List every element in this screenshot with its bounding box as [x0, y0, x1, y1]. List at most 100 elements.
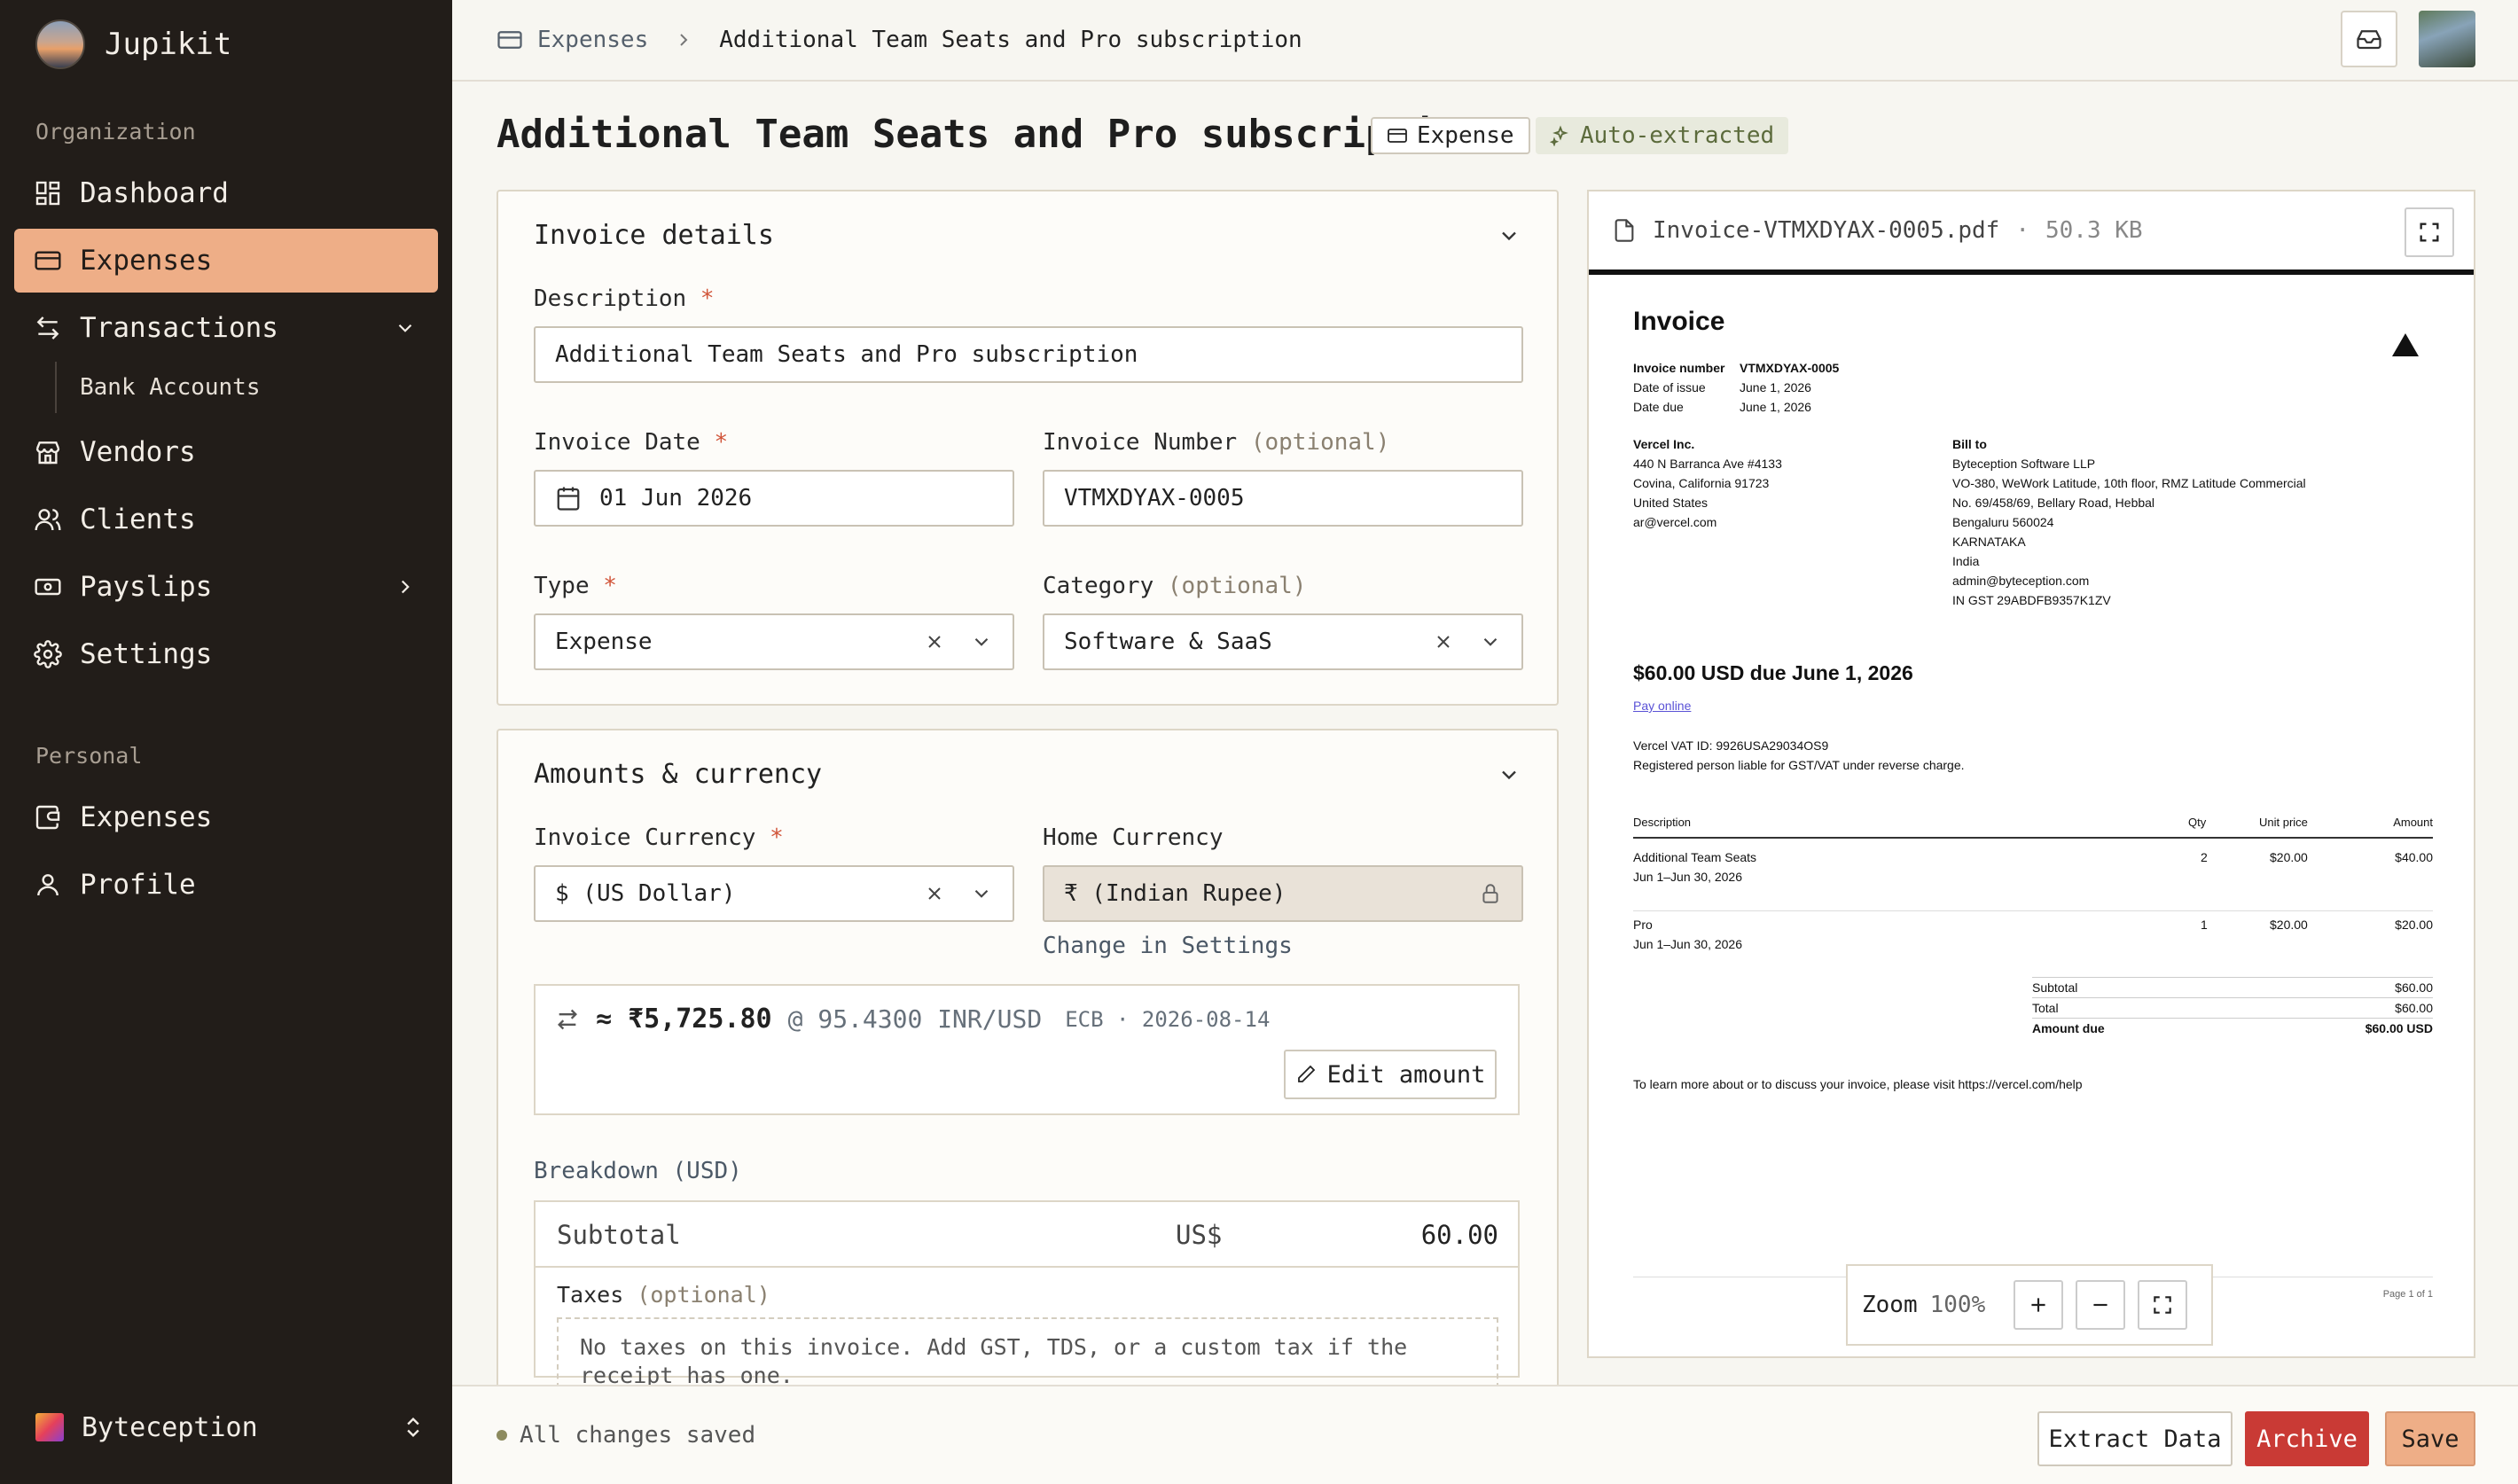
viewer-header: Invoice-VTMXDYAX-0005.pdf · 50.3 KB — [1589, 191, 2474, 275]
auto-extracted-badge: Auto-extracted — [1536, 117, 1789, 154]
chevron-right-icon — [401, 580, 410, 594]
expand-icon — [2154, 1296, 2171, 1314]
subtotal-value[interactable]: 60.00 — [1421, 1220, 1498, 1250]
sidebar-item-transactions[interactable]: Transactions — [14, 296, 438, 360]
document-viewer: Invoice-VTMXDYAX-0005.pdf · 50.3 KB Invo… — [1587, 190, 2475, 1358]
fit-page-button[interactable] — [2138, 1280, 2188, 1330]
sidebar-item-vendors[interactable]: Vendors — [14, 420, 438, 484]
status-dot — [497, 1430, 507, 1441]
viewer-fullscreen-button[interactable] — [2405, 207, 2454, 257]
category-select[interactable]: Software & SaaS — [1043, 613, 1523, 670]
sidebar-item-expenses[interactable]: Expenses — [14, 229, 438, 293]
chevron-down-icon — [1483, 637, 1498, 646]
chevron-down-icon[interactable] — [1497, 762, 1521, 787]
pdf-vat: Vercel VAT ID: 9926USA29034OS9 Registere… — [1633, 738, 1965, 772]
zoom-value: 100% — [1929, 1292, 1986, 1318]
pdf-meta: Invoice number VTMXDYAX-0005 Date of issu… — [1633, 361, 1840, 414]
breadcrumb-current: Additional Team Seats and Pro subscripti… — [719, 27, 1302, 53]
auto-extracted-label: Auto-extracted — [1580, 122, 1775, 149]
description-input[interactable]: Additional Team Seats and Pro subscripti… — [534, 326, 1523, 383]
sidebar-item-label: Dashboard — [80, 177, 229, 209]
taxes-empty-state: No taxes on this invoice. Add GST, TDS, … — [557, 1317, 1498, 1388]
sidebar-item-dashboard[interactable]: Dashboard — [14, 161, 438, 225]
home-currency-value: ₹ (Indian Rupee) — [1064, 880, 1286, 907]
type-badge: Expense — [1371, 117, 1530, 154]
credit-card-icon — [1388, 129, 1407, 143]
edit-amount-label: Edit amount — [1326, 1060, 1486, 1089]
pdf-totals: Subtotal $60.00 Total $60.00 Amount due $60… — [2032, 977, 2433, 1038]
pdf-from: Vercel Inc. 440 N Barranca Ave #4133 Cov… — [1633, 437, 1782, 529]
sidebar-item-payslips[interactable]: Payslips — [14, 555, 438, 619]
chevron-down-icon — [974, 637, 989, 646]
sidebar-item-profile[interactable]: Profile — [14, 853, 438, 917]
file-icon — [1615, 219, 1634, 242]
clear-icon[interactable] — [924, 883, 945, 904]
clear-icon[interactable] — [924, 631, 945, 652]
org-switcher[interactable]: Byteception — [35, 1406, 426, 1449]
brand-logo — [35, 20, 85, 69]
pdf-page-number: Page 1 of 1 — [2382, 1289, 2433, 1300]
inbox-button[interactable] — [2341, 11, 2397, 67]
home-currency-label: Home Currency — [1043, 824, 1224, 851]
invoice-number-input[interactable]: VTMXDYAX-0005 — [1043, 470, 1523, 527]
zoom-controls: Zoom 100% — [1846, 1264, 2213, 1346]
banknote-icon — [35, 578, 61, 596]
invoice-date-label: Invoice Date * — [534, 429, 729, 456]
fx-rate: @ 95.4300 INR/USD — [787, 1004, 1043, 1034]
pdf-pay-online-link[interactable]: Pay online — [1633, 699, 1691, 713]
topbar: Expenses Additional Team Seats and Pro s… — [452, 0, 2518, 82]
fx-home-amount: ₹5,725.80 — [628, 1004, 772, 1035]
chevrons-up-down-icon — [407, 1418, 419, 1437]
invoice-details-card: Invoice details Description * Additional… — [497, 190, 1559, 706]
sidebar-item-label: Expenses — [80, 801, 213, 833]
zoom-out-button[interactable] — [2076, 1280, 2126, 1330]
minus-icon — [2093, 1303, 2107, 1307]
sidebar-item-label: Vendors — [80, 436, 196, 468]
invoice-date-picker[interactable]: 01 Jun 2026 — [534, 470, 1014, 527]
sidebar-item-bank-accounts[interactable]: Bank Accounts — [80, 374, 261, 401]
extract-data-button[interactable]: Extract Data — [2037, 1411, 2233, 1466]
pencil-icon — [1297, 1065, 1315, 1082]
calendar-icon — [557, 487, 580, 511]
change-in-settings-link[interactable]: Change in Settings — [1043, 933, 1293, 959]
transfer-arrows-icon — [36, 316, 59, 340]
pdf-page: Invoice Invoice number VTMXDYAX-0005 Date… — [1633, 307, 2433, 1300]
archive-button[interactable]: Archive — [2245, 1411, 2369, 1466]
user-avatar[interactable] — [2419, 11, 2475, 67]
amounts-title: Amounts & currency — [534, 759, 823, 790]
gear-icon — [34, 640, 62, 668]
sidebar-item-label: Settings — [80, 638, 213, 670]
subtotal-label: Subtotal — [557, 1220, 681, 1250]
viewer-filesize: 50.3 KB — [2045, 217, 2143, 244]
sidebar-item-clients[interactable]: Clients — [14, 488, 438, 551]
sidebar-item-settings[interactable]: Settings — [14, 622, 438, 686]
chevron-down-icon[interactable] — [1497, 223, 1521, 248]
expand-icon — [2420, 223, 2439, 242]
type-select[interactable]: Expense — [534, 613, 1014, 670]
save-button[interactable]: Save — [2385, 1411, 2475, 1466]
viewer-sep: · — [2015, 217, 2029, 244]
fx-conversion-box: ≈ ₹5,725.80 @ 95.4300 INR/USD ECB · 2026… — [534, 984, 1520, 1115]
credit-card-icon — [35, 251, 61, 270]
sidebar-item-label: Clients — [80, 504, 196, 535]
sidebar-item-personal-expenses[interactable]: Expenses — [14, 785, 438, 849]
chevron-down-icon — [398, 324, 412, 332]
amounts-card: Amounts & currency Invoice Currency * $ … — [497, 729, 1559, 1402]
fx-source: ECB · 2026-08-14 — [1065, 1006, 1271, 1032]
plus-icon — [2031, 1298, 2045, 1312]
subtotal-row: Subtotal US$ 60.00 — [536, 1202, 1518, 1268]
pdf-bill-to: Bill to Byteception Software LLP VO-380,… — [1952, 437, 2306, 607]
wallet-icon — [35, 805, 60, 830]
clear-icon[interactable] — [1433, 631, 1454, 652]
edit-amount-button[interactable]: Edit amount — [1284, 1050, 1497, 1099]
brand[interactable]: Jupikit — [35, 18, 231, 71]
subtotal-currency: US$ — [1176, 1220, 1223, 1250]
invoice-currency-select[interactable]: $ (US Dollar) — [534, 865, 1014, 922]
dashboard-icon — [35, 181, 60, 206]
save-status-text: All changes saved — [520, 1422, 756, 1449]
chevron-down-icon — [974, 889, 989, 898]
breadcrumb-expenses[interactable]: Expenses — [537, 27, 648, 53]
invoice-number-value: VTMXDYAX-0005 — [1064, 485, 1245, 512]
zoom-in-button[interactable] — [2014, 1280, 2064, 1330]
store-icon — [35, 441, 60, 465]
